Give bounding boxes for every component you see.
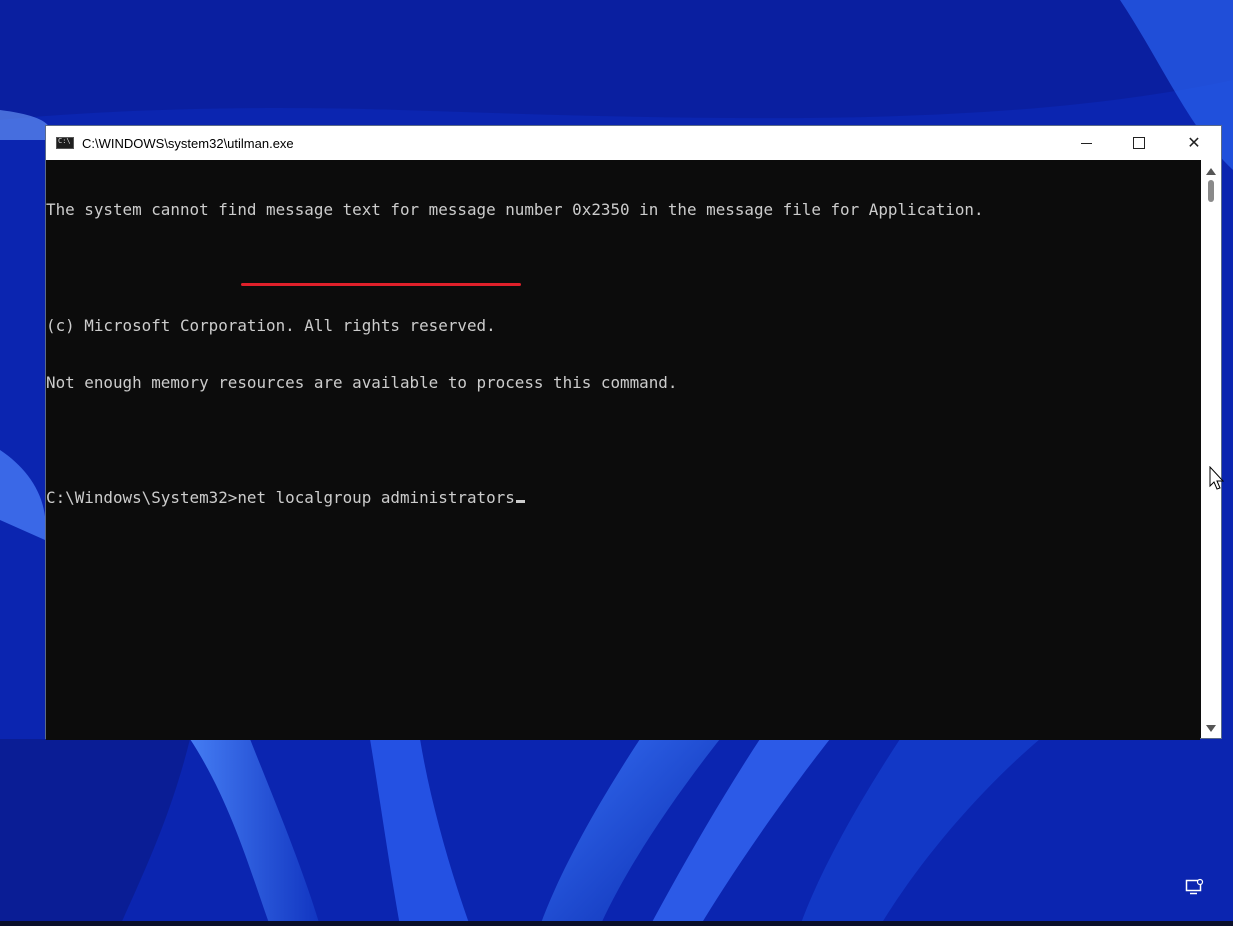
minimize-button[interactable]: [1063, 126, 1109, 160]
console-output[interactable]: The system cannot find message text for …: [46, 160, 1200, 740]
scroll-down-arrow-icon[interactable]: [1206, 725, 1216, 732]
console-line: Not enough memory resources are availabl…: [46, 373, 678, 393]
scroll-thumb[interactable]: [1208, 180, 1214, 202]
vertical-scrollbar[interactable]: [1201, 160, 1221, 738]
close-button[interactable]: ✕: [1171, 126, 1217, 160]
title-bar[interactable]: C:\WINDOWS\system32\utilman.exe ✕: [46, 126, 1221, 160]
command-prompt-line[interactable]: C:\Windows\System32>net localgroup admin…: [46, 488, 1200, 507]
scroll-up-arrow-icon[interactable]: [1206, 168, 1216, 175]
red-underline-annotation: [241, 283, 521, 286]
maximize-icon: [1133, 137, 1145, 149]
close-icon: ✕: [1187, 135, 1201, 152]
network-display-icon[interactable]: [1185, 878, 1205, 896]
mouse-pointer-icon: [1209, 466, 1225, 490]
cmd-window[interactable]: C:\WINDOWS\system32\utilman.exe ✕ The sy…: [45, 125, 1222, 740]
window-title: C:\WINDOWS\system32\utilman.exe: [82, 135, 294, 151]
console-line: The system cannot find message text for …: [46, 200, 984, 220]
text-cursor: [515, 500, 525, 504]
cmd-icon[interactable]: [56, 137, 74, 149]
minimize-icon: [1080, 142, 1092, 144]
taskbar-edge: [0, 921, 1233, 926]
console-line: (c) Microsoft Corporation. All rights re…: [46, 315, 496, 335]
maximize-button[interactable]: [1116, 126, 1162, 160]
command-text: C:\Windows\System32>net localgroup admin…: [46, 488, 515, 508]
